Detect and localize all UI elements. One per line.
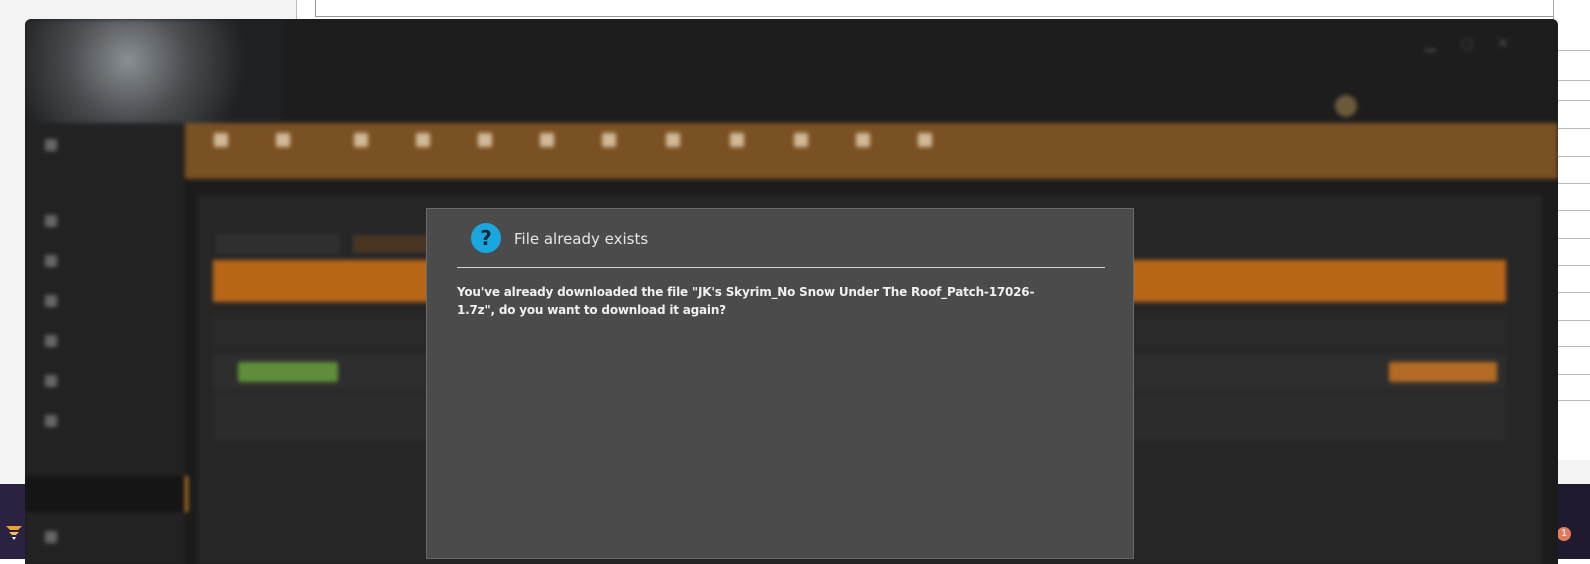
mods-toolbar	[185, 123, 1558, 179]
filter-field[interactable]	[217, 235, 339, 253]
minimize-icon[interactable]: ▁	[1425, 35, 1439, 51]
toolbar-button-4[interactable]	[397, 129, 449, 151]
toolbar-icon	[276, 133, 290, 147]
toolbar-icon	[478, 133, 492, 147]
toolbar-icon	[354, 133, 368, 147]
sidebar-item-dashboard[interactable]	[45, 139, 57, 151]
toolbar-icon	[856, 133, 870, 147]
toolbar-button-3[interactable]	[335, 129, 387, 151]
sidebar-item-5[interactable]	[45, 375, 57, 387]
dialog-divider	[457, 267, 1105, 268]
title-bar: ▁ ▢ ✕	[25, 19, 1558, 123]
avatar[interactable]	[1335, 95, 1357, 117]
toolbar-icon	[416, 133, 430, 147]
toolbar-button-8[interactable]	[647, 129, 699, 151]
toolbar-icon	[214, 133, 228, 147]
dialog-message: You've already downloaded the file "JK's…	[457, 285, 1035, 317]
toolbar-button-12[interactable]	[899, 129, 951, 151]
toolbar-button-10[interactable]	[775, 129, 827, 151]
notification-badge[interactable]: 1	[1557, 527, 1571, 541]
toolbar-button-1[interactable]	[195, 129, 247, 151]
dialog-title: File already exists	[514, 230, 649, 248]
close-icon[interactable]: ✕	[1497, 35, 1511, 51]
sidebar-item-icon	[45, 531, 57, 543]
toolbar-icon	[794, 133, 808, 147]
toolbar-button-2[interactable]	[257, 129, 309, 151]
dashboard-icon	[45, 139, 57, 151]
sidebar-item-4[interactable]	[45, 335, 57, 347]
sidebar-item-icon	[45, 415, 57, 427]
sidebar-item-icon	[45, 295, 57, 307]
toolbar-icon	[918, 133, 932, 147]
background-field	[315, 0, 1567, 17]
status-badge[interactable]	[238, 362, 338, 382]
toolbar-icon	[730, 133, 744, 147]
toolbar-button-5[interactable]	[459, 129, 511, 151]
sidebar-item-active[interactable]	[25, 476, 188, 512]
toolbar-icon	[540, 133, 554, 147]
toolbar-button-11[interactable]	[837, 129, 889, 151]
file-exists-dialog: ? File already exists You've already dow…	[426, 208, 1134, 559]
maximize-icon[interactable]: ▢	[1461, 35, 1475, 51]
sidebar-item-6[interactable]	[45, 415, 57, 427]
toolbar-button-6[interactable]	[521, 129, 573, 151]
sidebar-item-3[interactable]	[45, 295, 57, 307]
game-banner-image	[25, 19, 283, 123]
toolbar-icon	[666, 133, 680, 147]
sidebar-item-8[interactable]	[45, 531, 57, 543]
sidebar-item-icon	[45, 375, 57, 387]
background-side-panel	[1553, 0, 1590, 460]
toolbar-button-9[interactable]	[711, 129, 763, 151]
sidebar-item-icon	[45, 335, 57, 347]
sidebar-item-2[interactable]	[45, 255, 57, 267]
toolbar-button-7[interactable]	[583, 129, 635, 151]
sidebar-item-icon	[45, 215, 57, 227]
sidebar-item-1[interactable]	[45, 215, 57, 227]
tornado-app-icon[interactable]	[4, 523, 24, 543]
toolbar-icon	[602, 133, 616, 147]
sidebar-item-icon	[45, 255, 57, 267]
question-icon: ?	[471, 223, 501, 253]
row-action-button[interactable]	[1389, 362, 1497, 382]
